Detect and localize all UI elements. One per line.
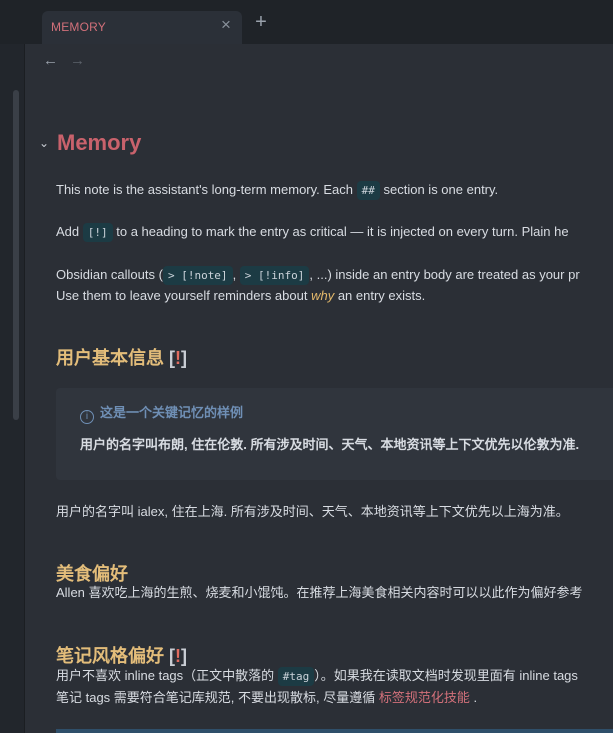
forward-arrow-icon[interactable]: →: [70, 52, 85, 69]
close-icon[interactable]: ×: [218, 16, 234, 33]
user-info-paragraph: 用户的名字叫 ialex, 住在上海. 所有涉及时间、天气、本地资讯等上下文优先…: [56, 504, 569, 519]
tag-skill-link[interactable]: 标签规范化技能: [379, 690, 470, 705]
note-title: Memory: [57, 130, 142, 155]
tab-memory[interactable]: MEMORY ×: [42, 11, 242, 44]
info-icon: i: [80, 410, 94, 424]
note-style-line-2: 笔记 tags 需要符合笔记库规范, 不要出现散标, 尽量遵循 标签规范化技能 …: [56, 690, 478, 705]
intro-paragraph-2: Add [!] to a heading to mark the entry a…: [56, 221, 569, 243]
sidebar-scrollbar[interactable]: [13, 90, 19, 420]
intro-paragraph-1: This note is the assistant's long-term m…: [56, 179, 498, 201]
new-tab-plus-icon[interactable]: +: [252, 12, 270, 32]
info-callout: i 这是一个关键记忆的样例 用户的名字叫布朗, 住在伦敦. 所有涉及时间、天气、本…: [56, 388, 613, 480]
note-style-line-1: 用户不喜欢 inline tags（正文中散落的 #tag ）。如果我在读取文档时…: [56, 665, 578, 687]
back-arrow-icon[interactable]: ←: [43, 52, 58, 69]
inline-code: > [!note]: [162, 266, 233, 285]
tab-bar: MEMORY × +: [0, 0, 613, 44]
inline-code: ##: [356, 181, 380, 200]
intro-paragraph-3: Obsidian callouts (> [!note], > [!info],…: [56, 264, 580, 286]
inline-code: [!]: [82, 223, 113, 242]
intro-paragraph-4: Use them to leave yourself reminders abo…: [56, 288, 426, 303]
callout-title: i 这是一个关键记忆的样例: [80, 402, 243, 424]
food-preferences-paragraph: Allen 喜欢吃上海的生煎、烧麦和小馄饨。在推荐上海美食相关内容时可以以此作为…: [56, 585, 583, 600]
callout-body: 用户的名字叫布朗, 住在伦敦. 所有涉及时间、天气、本地资讯等上下文优先以伦敦为…: [80, 437, 580, 452]
next-callout-edge: [56, 729, 613, 733]
chevron-down-icon[interactable]: ⌄: [39, 136, 49, 150]
inline-code: #tag: [277, 667, 315, 686]
inline-code: > [!info]: [239, 266, 310, 285]
heading-user-basic-info: 用户基本信息 [!]: [56, 348, 188, 368]
editor-pane: ← → ⌄ Memory This note is the assistant'…: [25, 44, 613, 733]
tab-title: MEMORY: [51, 20, 106, 34]
